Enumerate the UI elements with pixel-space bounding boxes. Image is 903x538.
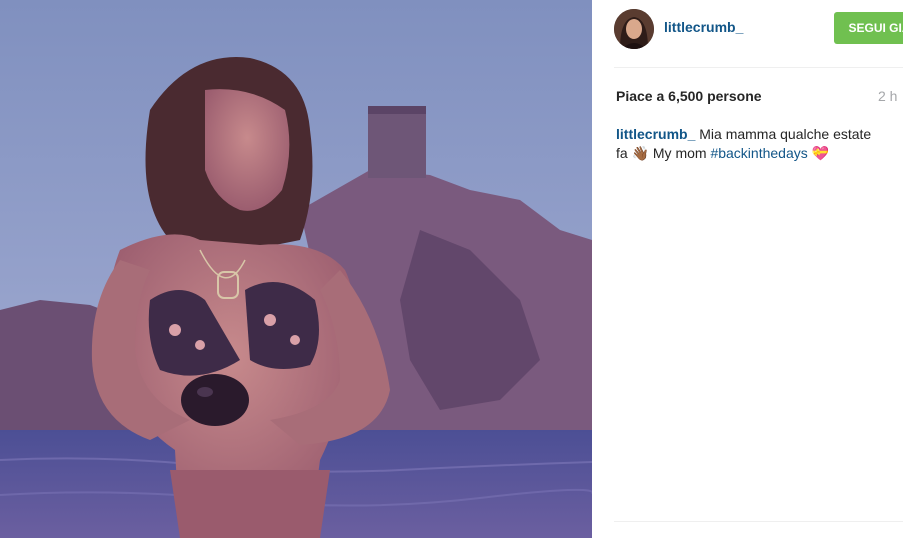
caption-emoji: 💝	[811, 145, 830, 161]
post-sidebar: littlecrumb_ SEGUI GIÀ Piace a 6,500 per…	[592, 0, 903, 538]
follow-button[interactable]: SEGUI GIÀ	[834, 12, 903, 44]
caption-hashtag[interactable]: #backinthedays	[710, 145, 807, 161]
caption-username[interactable]: littlecrumb_	[616, 126, 695, 142]
post-caption: littlecrumb_ Mia mamma qualche estate fa…	[616, 125, 876, 163]
post-time[interactable]: 2 h	[878, 88, 897, 104]
likes-prefix: Piace a	[616, 88, 665, 104]
avatar[interactable]	[614, 9, 654, 49]
divider	[614, 521, 903, 522]
avatar-image	[614, 9, 654, 49]
post-header: littlecrumb_ SEGUI GIÀ	[614, 0, 903, 68]
likes-count[interactable]: Piace a 6,500 persone	[616, 88, 762, 104]
post-username[interactable]: littlecrumb_	[664, 19, 743, 35]
photo-illustration	[0, 0, 592, 538]
likes-suffix: persone	[707, 88, 762, 104]
likes-number: 6,500	[668, 88, 704, 104]
post-photo[interactable]	[0, 0, 592, 538]
